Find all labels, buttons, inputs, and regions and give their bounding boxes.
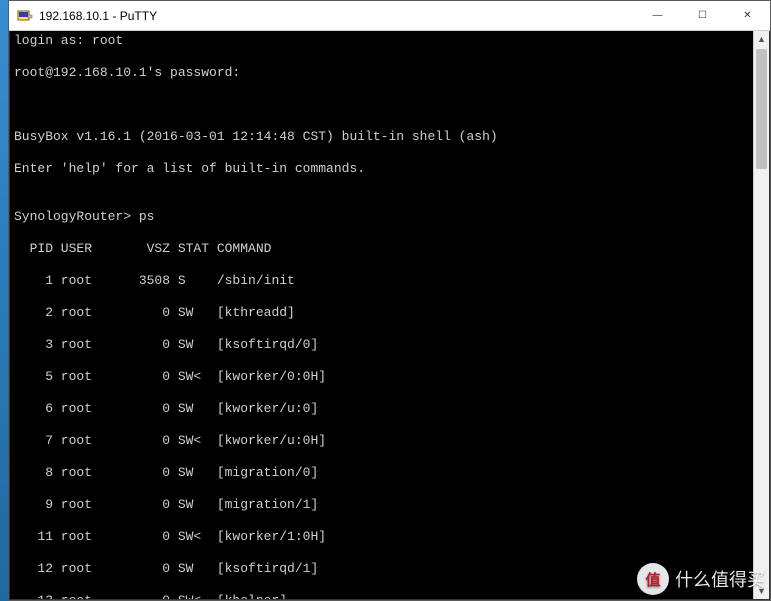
- terminal-line: root@192.168.10.1's password:: [14, 65, 765, 81]
- terminal-area[interactable]: login as: root root@192.168.10.1's passw…: [9, 31, 770, 600]
- scroll-thumb[interactable]: [756, 49, 767, 169]
- ps-header-row: PID USER VSZ STAT COMMAND: [14, 241, 765, 257]
- scroll-up-arrow[interactable]: ▲: [754, 31, 769, 47]
- maximize-button[interactable]: ☐: [680, 1, 725, 30]
- close-button[interactable]: ✕: [725, 1, 770, 30]
- ps-process-row: 5 root 0 SW< [kworker/0:0H]: [14, 369, 765, 385]
- ps-process-row: 9 root 0 SW [migration/1]: [14, 497, 765, 513]
- desktop-background-strip: [0, 0, 8, 601]
- ps-process-row: 11 root 0 SW< [kworker/1:0H]: [14, 529, 765, 545]
- terminal-line: login as: root: [14, 33, 765, 49]
- window-controls: — ☐ ✕: [635, 1, 770, 30]
- minimize-button[interactable]: —: [635, 1, 680, 30]
- terminal-line: BusyBox v1.16.1 (2016-03-01 12:14:48 CST…: [14, 129, 765, 145]
- ps-process-row: 6 root 0 SW [kworker/u:0]: [14, 401, 765, 417]
- prompt-line: SynologyRouter> ps: [14, 209, 765, 225]
- ps-process-row: 8 root 0 SW [migration/0]: [14, 465, 765, 481]
- putty-window: 192.168.10.1 - PuTTY — ☐ ✕ login as: roo…: [8, 0, 771, 601]
- watermark-text: 什么值得买: [675, 566, 765, 592]
- terminal-line: Enter 'help' for a list of built-in comm…: [14, 161, 765, 177]
- ps-process-row: 3 root 0 SW [ksoftirqd/0]: [14, 337, 765, 353]
- title-bar[interactable]: 192.168.10.1 - PuTTY — ☐ ✕: [9, 1, 770, 31]
- ps-process-row: 1 root 3508 S /sbin/init: [14, 273, 765, 289]
- putty-icon: [17, 8, 33, 24]
- watermark-badge: 值: [637, 563, 669, 595]
- ps-process-row: 2 root 0 SW [kthreadd]: [14, 305, 765, 321]
- watermark: 值 什么值得买: [637, 563, 765, 595]
- ps-process-row: 7 root 0 SW< [kworker/u:0H]: [14, 433, 765, 449]
- window-title: 192.168.10.1 - PuTTY: [39, 9, 635, 23]
- vertical-scrollbar[interactable]: ▲ ▼: [753, 31, 769, 599]
